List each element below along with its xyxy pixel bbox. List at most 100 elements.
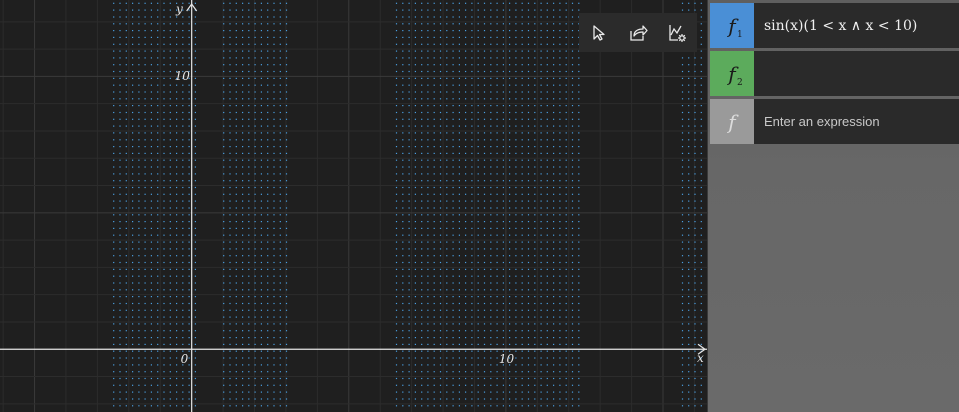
plot-point xyxy=(427,282,429,284)
plot-point xyxy=(694,261,696,264)
plot-point xyxy=(176,350,178,352)
graph-canvas[interactable]: y x 0 10 10 xyxy=(0,0,707,412)
plot-point xyxy=(194,316,196,318)
plot-point xyxy=(515,186,517,189)
plot-point xyxy=(279,275,281,277)
plot-point xyxy=(496,77,498,79)
plot-point xyxy=(169,221,171,223)
plot-point xyxy=(150,343,152,345)
plot-point xyxy=(119,255,121,257)
plot-point xyxy=(465,91,467,93)
share-icon xyxy=(630,24,648,41)
plot-point xyxy=(188,180,190,182)
plot-point xyxy=(273,98,275,100)
plot-point xyxy=(279,221,281,223)
graph-plot[interactable] xyxy=(0,0,707,412)
plot-point xyxy=(477,98,479,100)
plot-point xyxy=(235,125,237,127)
plot-point xyxy=(521,214,523,216)
f2-color-swatch[interactable]: f 2 xyxy=(710,51,754,96)
plot-point xyxy=(254,91,256,93)
f3-color-swatch[interactable]: f xyxy=(710,99,754,144)
function-row-f1[interactable]: f 1 sin(x)(1 < x ∧ x < 10) xyxy=(710,3,959,48)
plot-point xyxy=(421,16,423,18)
plot-point xyxy=(559,214,561,216)
plot-point xyxy=(157,139,159,141)
plot-point xyxy=(408,343,410,345)
plot-point xyxy=(458,50,460,52)
select-button[interactable] xyxy=(583,17,615,49)
plot-point xyxy=(188,105,190,107)
plot-point xyxy=(515,330,517,332)
plot-point xyxy=(176,364,178,366)
plot-point xyxy=(471,16,473,18)
plot-point xyxy=(223,384,225,386)
plot-point xyxy=(571,152,574,154)
plot-point xyxy=(490,261,492,264)
plot-point xyxy=(119,398,121,400)
share-button[interactable] xyxy=(622,17,654,49)
f1-expression[interactable]: sin(x)(1 < x ∧ x < 10) xyxy=(764,18,917,34)
plot-point xyxy=(446,105,448,107)
plot-point xyxy=(578,2,580,4)
plot-point xyxy=(546,337,548,339)
plot-point xyxy=(546,227,548,229)
plot-point xyxy=(578,289,580,291)
plot-point xyxy=(515,296,517,298)
plot-point xyxy=(559,105,561,107)
function-row-f2[interactable]: f 2 xyxy=(710,51,959,96)
plot-point xyxy=(515,405,517,407)
plot-point xyxy=(452,70,454,73)
plot-point xyxy=(477,343,479,345)
plot-point xyxy=(395,16,398,18)
plot-point xyxy=(132,9,134,11)
plot-point xyxy=(421,241,423,243)
plot-point xyxy=(279,261,281,264)
plot-point xyxy=(496,221,498,223)
plot-point xyxy=(427,316,429,318)
expression-input[interactable]: Enter an expression xyxy=(764,114,880,129)
plot-point xyxy=(439,84,442,86)
plot-point xyxy=(194,377,196,380)
plot-point xyxy=(578,132,580,134)
plot-point xyxy=(157,214,159,216)
plot-point xyxy=(229,57,231,59)
plot-point xyxy=(188,371,190,373)
plot-point xyxy=(169,337,171,339)
plot-point xyxy=(248,207,250,209)
plot-point xyxy=(285,118,288,120)
plot-point xyxy=(502,227,504,229)
plot-point xyxy=(144,193,146,195)
plot-point xyxy=(144,180,146,182)
plot-point xyxy=(427,9,429,11)
plot-point xyxy=(565,337,567,339)
plot-point xyxy=(254,398,256,400)
plot-point xyxy=(408,391,410,393)
plot-point xyxy=(408,234,410,236)
plot-point xyxy=(408,70,410,73)
plot-point xyxy=(571,248,574,250)
plot-point xyxy=(421,125,423,127)
plot-point xyxy=(534,405,536,407)
plot-point xyxy=(446,139,448,141)
plot-point xyxy=(534,207,536,209)
function-row-new[interactable]: f Enter an expression xyxy=(710,99,959,144)
plot-point xyxy=(578,330,580,332)
plot-point xyxy=(565,330,567,332)
plot-point xyxy=(169,57,171,59)
plot-point xyxy=(273,186,275,189)
plot-point xyxy=(194,98,196,100)
plot-point xyxy=(559,371,561,373)
plot-point xyxy=(242,132,244,134)
plot-point xyxy=(138,125,140,127)
f1-color-swatch[interactable]: f 1 xyxy=(710,3,754,48)
plot-point xyxy=(471,118,473,120)
plot-point xyxy=(119,30,121,32)
plot-point xyxy=(452,91,454,93)
plot-point xyxy=(144,357,146,359)
graph-settings-button[interactable] xyxy=(661,17,693,49)
plot-point xyxy=(229,343,231,345)
plot-point xyxy=(465,302,467,305)
plot-point xyxy=(138,77,140,79)
plot-point xyxy=(254,357,256,359)
